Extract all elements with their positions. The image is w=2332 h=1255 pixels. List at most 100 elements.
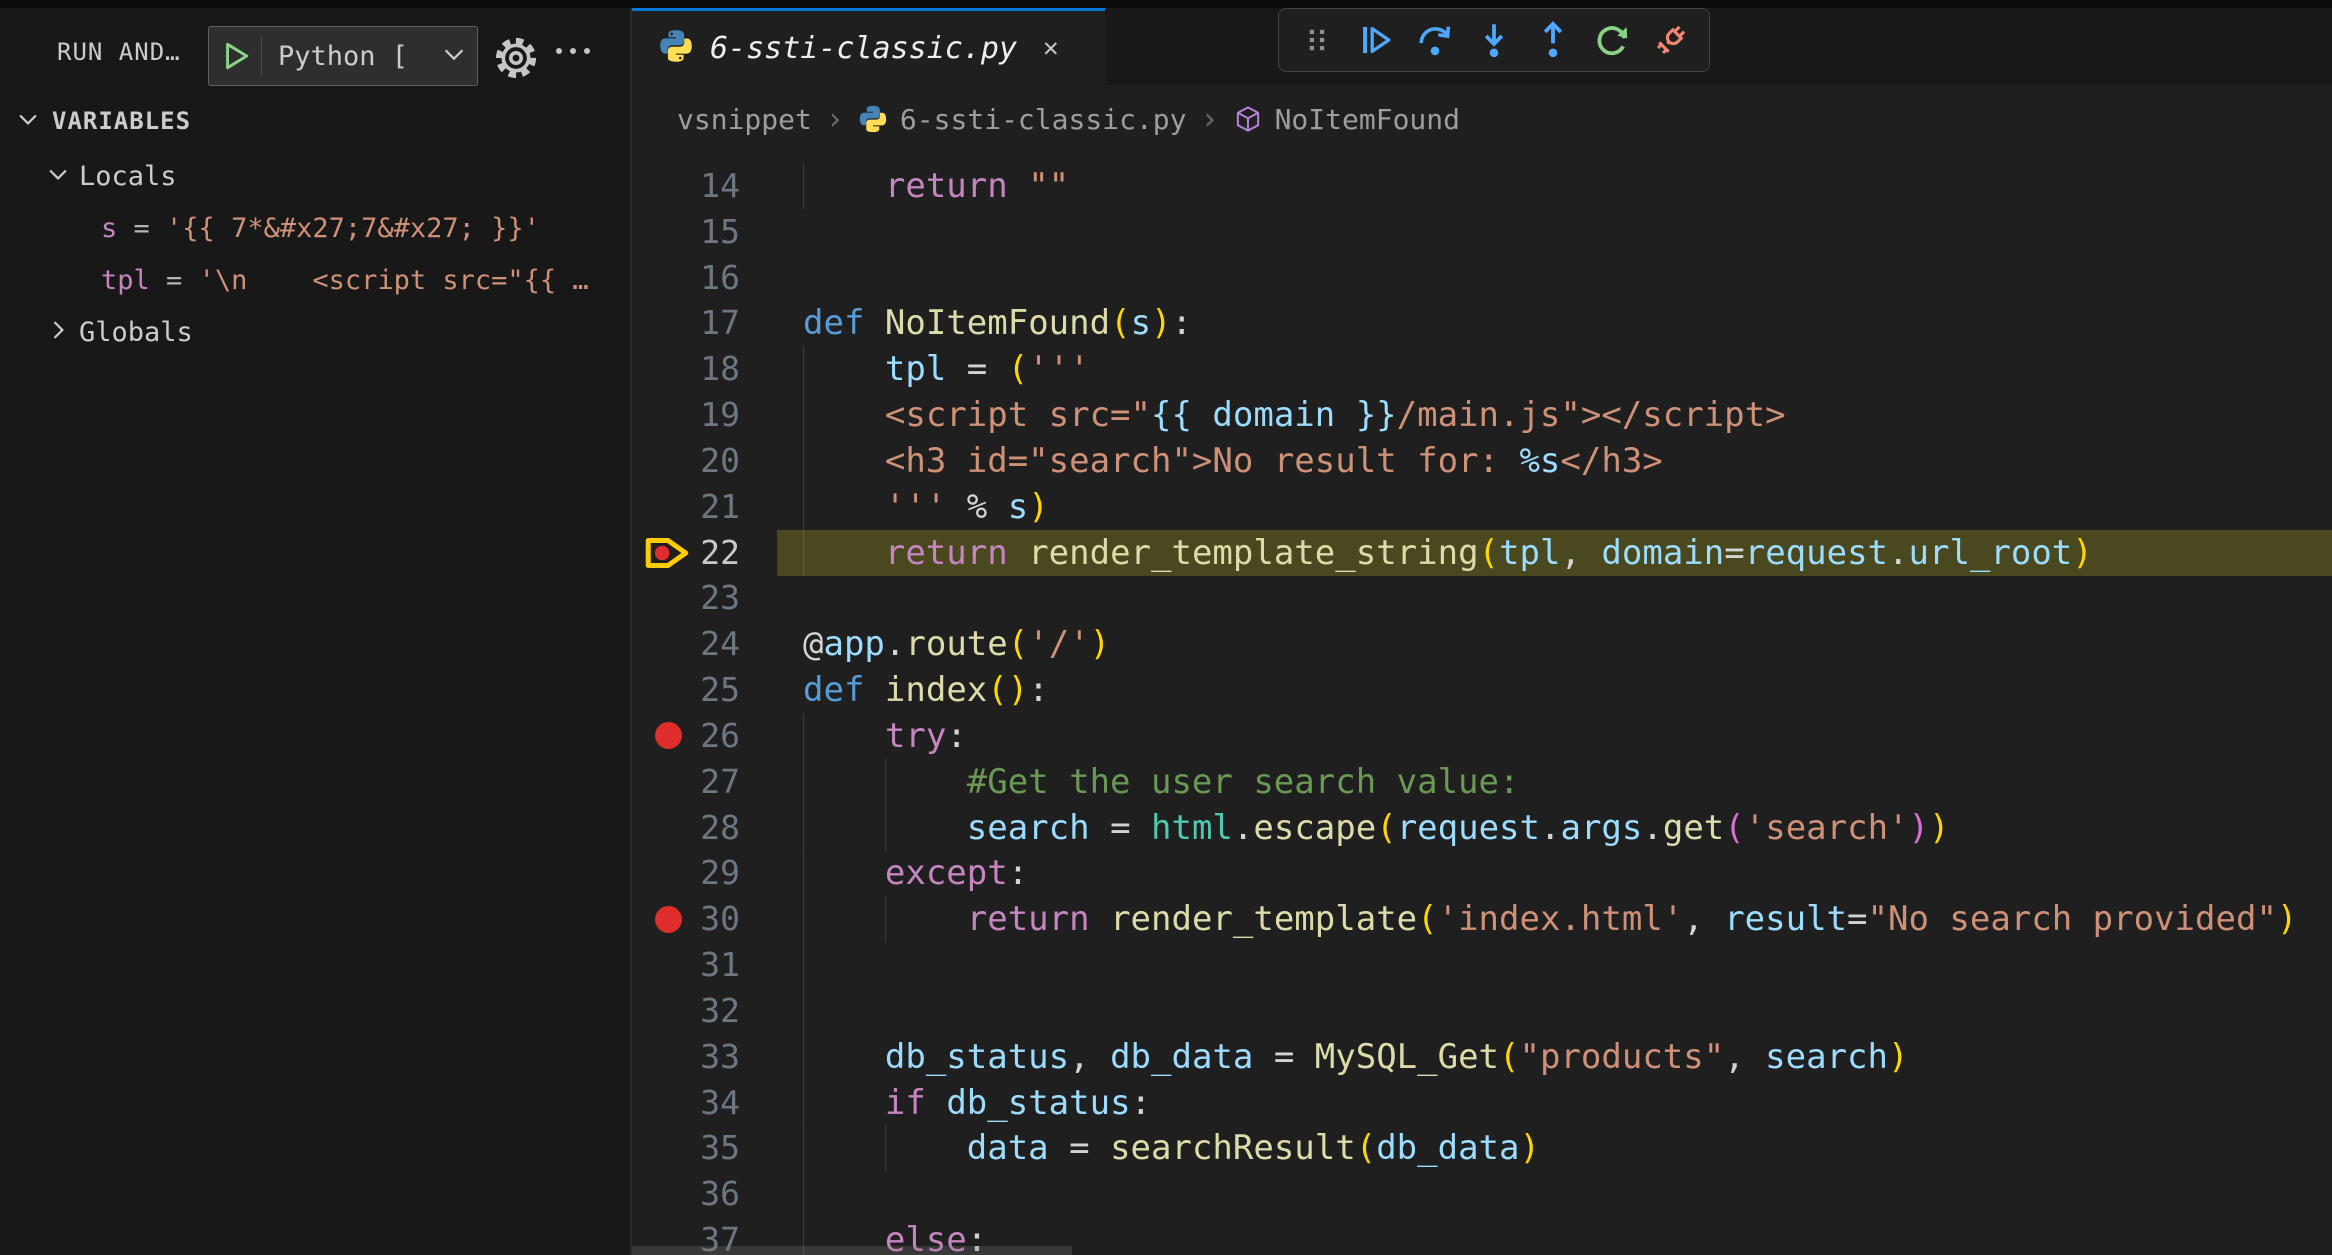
settings-gear-icon[interactable] — [494, 36, 538, 84]
variables-section-header[interactable]: VARIABLES — [0, 96, 630, 146]
line-number[interactable]: 33 — [652, 1034, 740, 1080]
chevron-right-icon: › — [824, 102, 846, 137]
line-number[interactable]: 19 — [652, 392, 740, 438]
window-top-edge — [0, 0, 2332, 8]
debug-toolbar — [1278, 8, 1710, 72]
code-text: def index(): — [803, 667, 1049, 713]
symbol-cube-icon — [1233, 104, 1263, 134]
debug-disconnect-icon[interactable] — [1647, 16, 1695, 64]
line-number[interactable]: 23 — [652, 575, 740, 621]
toolbar-drag-handle-icon[interactable] — [1293, 16, 1341, 64]
debug-step-into-icon[interactable] — [1470, 16, 1518, 64]
code-text: def NoItemFound(s): — [803, 300, 1192, 346]
code-line-23[interactable]: 23 — [632, 575, 2332, 621]
code-text: return render_template('index.html', res… — [803, 896, 2297, 942]
variable-value: '\n <script src="{{ … — [199, 265, 589, 296]
line-number[interactable]: 21 — [652, 484, 740, 530]
line-number[interactable]: 17 — [652, 300, 740, 346]
code-line-35[interactable]: 35 data = searchResult(db_data) — [632, 1125, 2332, 1171]
tab-6-ssti-classic[interactable]: 6-ssti-classic.py ✕ — [632, 8, 1105, 85]
scope-label: Globals — [79, 317, 193, 348]
breadcrumb-file[interactable]: 6-ssti-classic.py — [900, 103, 1187, 136]
scope-row-globals[interactable]: Globals — [0, 306, 630, 358]
code-text: @app.route('/') — [803, 621, 1110, 667]
line-number[interactable]: 14 — [652, 163, 740, 209]
indent-guide — [803, 942, 804, 988]
line-number[interactable]: 24 — [652, 621, 740, 667]
code-line-30[interactable]: 30 return render_template('index.html', … — [632, 896, 2332, 942]
breadcrumb: vsnippet › 6-ssti-classic.py › NoItemFou… — [677, 93, 1460, 145]
chevron-down-icon[interactable] — [44, 160, 72, 192]
code-line-26[interactable]: 26 try: — [632, 713, 2332, 759]
start-debug-icon[interactable] — [209, 39, 261, 73]
breadcrumb-folder[interactable]: vsnippet — [677, 103, 812, 136]
code-line-14[interactable]: 14 return "" — [632, 163, 2332, 209]
code-line-24[interactable]: 24 @app.route('/') — [632, 621, 2332, 667]
code-line-18[interactable]: 18 tpl = (''' — [632, 346, 2332, 392]
code-text: ''' % s) — [803, 484, 1049, 530]
code-line-25[interactable]: 25 def index(): — [632, 667, 2332, 713]
line-number[interactable]: 20 — [652, 438, 740, 484]
debug-continue-icon[interactable] — [1352, 16, 1400, 64]
code-line-36[interactable]: 36 — [632, 1171, 2332, 1217]
line-number[interactable]: 22 — [652, 530, 740, 576]
code-text: db_status, db_data = MySQL_Get("products… — [803, 1034, 1908, 1080]
line-number[interactable]: 18 — [652, 346, 740, 392]
code-line-20[interactable]: 20 <h3 id="search">No result for: %s</h3… — [632, 438, 2332, 484]
ellipsis-icon[interactable] — [556, 48, 590, 54]
debug-config-dropdown[interactable]: Python [ — [208, 26, 478, 86]
code-line-32[interactable]: 32 — [632, 988, 2332, 1034]
code-viewport: 14 return ""151617def NoItemFound(s):18 … — [632, 153, 2332, 1255]
code-line-27[interactable]: 27 #Get the user search value: — [632, 759, 2332, 805]
scope-row-locals[interactable]: Locals — [0, 150, 630, 202]
scope-label: Locals — [79, 161, 177, 192]
line-number[interactable]: 28 — [652, 805, 740, 851]
code-line-17[interactable]: 17 def NoItemFound(s): — [632, 300, 2332, 346]
debug-step-out-icon[interactable] — [1529, 16, 1577, 64]
line-number[interactable]: 31 — [652, 942, 740, 988]
chevron-right-icon[interactable] — [44, 316, 72, 348]
chevron-down-icon[interactable] — [439, 39, 469, 73]
code-text: try: — [803, 713, 967, 759]
horizontal-scrollbar[interactable] — [632, 1246, 1072, 1255]
line-number[interactable]: 36 — [652, 1171, 740, 1217]
code-line-33[interactable]: 33 db_status, db_data = MySQL_Get("produ… — [632, 1034, 2332, 1080]
line-number[interactable]: 25 — [652, 667, 740, 713]
code-text: data = searchResult(db_data) — [803, 1125, 1540, 1171]
close-icon[interactable]: ✕ — [1043, 33, 1059, 63]
line-number[interactable]: 15 — [652, 209, 740, 255]
code-line-29[interactable]: 29 except: — [632, 850, 2332, 896]
debug-step-over-icon[interactable] — [1411, 16, 1459, 64]
code-line-21[interactable]: 21 ''' % s) — [632, 484, 2332, 530]
code-line-15[interactable]: 15 — [632, 209, 2332, 255]
code-text: return "" — [803, 163, 1069, 209]
code-line-31[interactable]: 31 — [632, 942, 2332, 988]
python-icon — [858, 104, 888, 134]
code-text: tpl = (''' — [803, 346, 1090, 392]
line-number[interactable]: 32 — [652, 988, 740, 1034]
debug-config-label: Python [ — [262, 41, 408, 72]
line-number[interactable]: 26 — [652, 713, 740, 759]
variable-row-tpl[interactable]: tpl = '\n <script src="{{ … — [0, 254, 630, 306]
chevron-down-icon[interactable] — [14, 105, 42, 137]
variable-name: s — [101, 213, 117, 244]
line-number[interactable]: 30 — [652, 896, 740, 942]
code-line-22[interactable]: 22 return render_template_string(tpl, do… — [632, 530, 2332, 576]
tab-title: 6-ssti-classic.py — [710, 31, 1017, 66]
line-number[interactable]: 34 — [652, 1080, 740, 1126]
breadcrumb-symbol[interactable]: NoItemFound — [1275, 103, 1460, 136]
code-line-19[interactable]: 19 <script src="{{ domain }}/main.js"></… — [632, 392, 2332, 438]
variable-row-s[interactable]: s = '{{ 7*&#x27;7&#x27; }}' — [0, 202, 630, 254]
code-line-34[interactable]: 34 if db_status: — [632, 1080, 2332, 1126]
line-number[interactable]: 29 — [652, 850, 740, 896]
line-number[interactable]: 16 — [652, 255, 740, 301]
code-line-28[interactable]: 28 search = html.escape(request.args.get… — [632, 805, 2332, 851]
code-line-16[interactable]: 16 — [632, 255, 2332, 301]
variables-header-label: VARIABLES — [52, 107, 191, 135]
code-text: return render_template_string(tpl, domai… — [803, 530, 2093, 576]
line-number[interactable]: 35 — [652, 1125, 740, 1171]
line-number[interactable]: 27 — [652, 759, 740, 805]
code-text: search = html.escape(request.args.get('s… — [803, 805, 1950, 851]
run-and-debug-sidebar: RUN AND… Python [ VARIABLES Localss = '{… — [0, 8, 630, 1255]
debug-restart-icon[interactable] — [1588, 16, 1636, 64]
